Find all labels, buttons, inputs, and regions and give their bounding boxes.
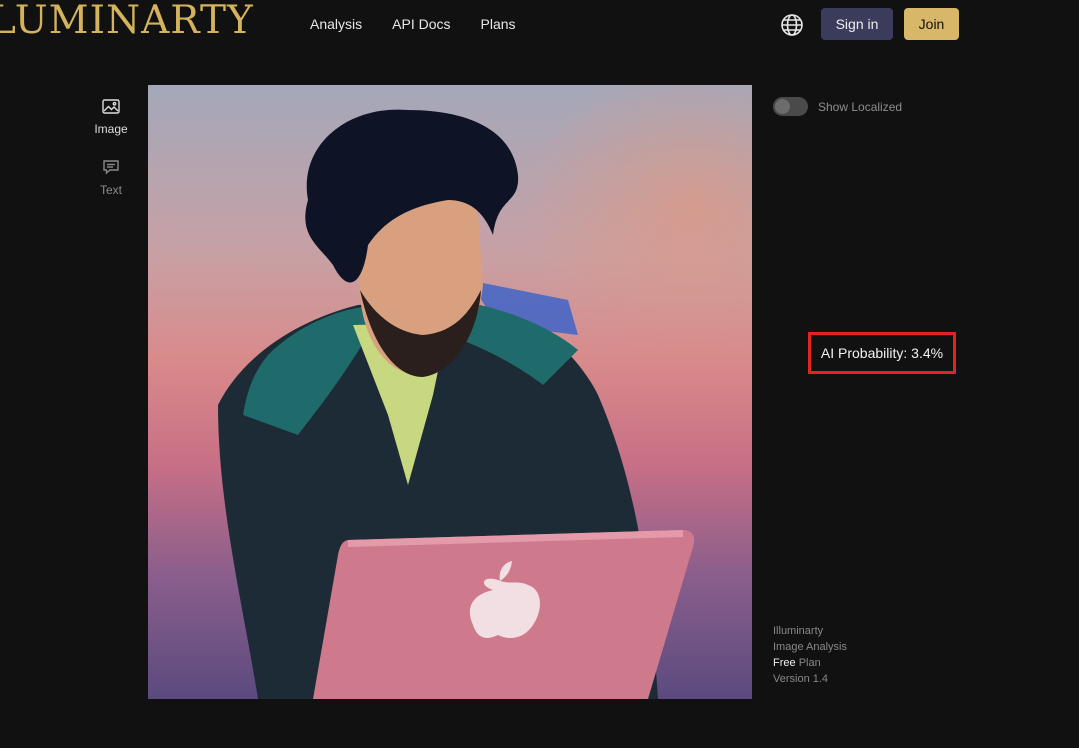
- nav-plans[interactable]: Plans: [481, 16, 516, 32]
- plan-name: Free: [773, 657, 796, 669]
- image-icon: [102, 99, 120, 118]
- sidebar-item-text[interactable]: Text: [88, 159, 134, 197]
- show-localized-toggle[interactable]: [773, 97, 808, 116]
- brand-logo[interactable]: LUMINARTY: [0, 0, 254, 43]
- show-localized-label: Show Localized: [818, 99, 903, 114]
- sidebar-item-image[interactable]: Image: [88, 99, 134, 136]
- sidebar-item-label: Image: [94, 122, 128, 136]
- app-name: Illuminarty: [773, 625, 824, 637]
- main-nav: Analysis API Docs Plans: [310, 16, 516, 32]
- app-mode: Image Analysis: [773, 641, 847, 653]
- ai-probability-result: AI Probability: 3.4%: [808, 332, 956, 374]
- toggle-knob: [775, 99, 790, 114]
- ai-probability-text: AI Probability: 3.4%: [820, 345, 944, 361]
- nav-analysis[interactable]: Analysis: [310, 16, 362, 32]
- sign-in-button[interactable]: Sign in: [821, 8, 893, 40]
- sidebar-item-label: Text: [99, 183, 122, 197]
- plan-line: Free Plan: [773, 655, 847, 671]
- app-info: Illuminarty Image Analysis Free Plan Ver…: [773, 623, 847, 687]
- nav-api-docs[interactable]: API Docs: [392, 16, 450, 32]
- app-version: Version 1.4: [773, 673, 829, 685]
- chat-icon: [102, 160, 120, 179]
- analyzed-image: [148, 85, 752, 699]
- join-button[interactable]: Join: [904, 8, 959, 40]
- globe-icon[interactable]: [780, 13, 804, 37]
- plan-suffix: Plan: [798, 657, 821, 669]
- show-localized-row: Show Localized: [773, 97, 902, 116]
